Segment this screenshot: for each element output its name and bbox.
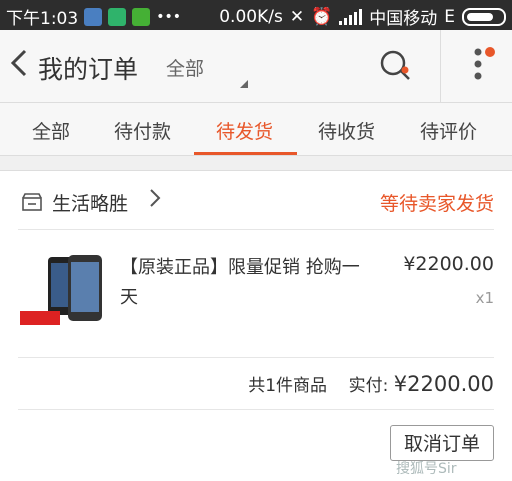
paid-amount: ¥2200.00 [393,372,494,396]
shop-icon [22,193,42,211]
tab-pending-shipment[interactable]: 待发货 [216,117,273,144]
network-speed: 0.00K/s [219,6,283,27]
item-count: 共1件商品 [248,376,328,396]
chevron-right-icon[interactable] [148,185,162,217]
photo-notification-icon [84,7,103,26]
order-tabs: 全部 待付款 待发货 待收货 待评价 [0,103,512,156]
back-icon[interactable] [8,48,30,84]
cancel-order-button[interactable]: 取消订单 [390,425,494,461]
header-bar: 我的订单 全部 [0,30,512,103]
signal-icon [339,8,363,25]
tab-pending-review[interactable]: 待评价 [420,117,477,144]
product-title[interactable]: 【原装正品】限量促销 抢购一天 [120,253,370,313]
carrier-name: 中国移动 [369,9,438,29]
battery-icon [462,7,506,26]
order-status: 等待卖家发货 [379,193,494,215]
divider [18,229,494,230]
tab-pending-payment[interactable]: 待付款 [114,117,171,144]
watermark: 搜狐号Sir [396,461,457,477]
active-tab-indicator [194,152,297,155]
tab-pending-receipt[interactable]: 待收货 [318,117,375,144]
search-icon[interactable] [378,48,412,82]
header-divider [440,30,441,102]
shop-name[interactable]: 生活略胜 [52,189,128,216]
paid-label: 实付: [348,376,389,396]
divider [18,409,494,410]
status-bar: 下午1:03 ••• 0.00K/s ✕ ⏰ 中国移动 E [0,0,512,30]
order-card: 生活略胜 等待卖家发货 【原装正品】限量促销 抢购一天 ¥2200.00 x1 … [0,170,512,481]
product-thumbnail[interactable] [18,251,106,337]
order-filter-dropdown[interactable]: 全部 [166,54,204,81]
order-summary: 共1件商品 实付: ¥2200.00 [248,371,494,396]
wechat-notification-icon [132,7,151,26]
mute-icon: ✕ [289,6,305,27]
more-vertical-icon[interactable] [466,44,500,84]
tab-all[interactable]: 全部 [32,117,70,144]
product-price: ¥2200.00 [403,253,494,275]
product-quantity: x1 [475,289,494,307]
page-title: 我的订单 [38,55,139,84]
more-notifications-icon: ••• [156,8,181,25]
dropdown-corner-icon [232,80,248,88]
app-notification-icon [108,7,127,26]
network-type: E [444,6,455,27]
status-time: 下午1:03 [6,9,79,29]
divider [18,357,494,358]
alarm-icon: ⏰ [311,6,333,27]
